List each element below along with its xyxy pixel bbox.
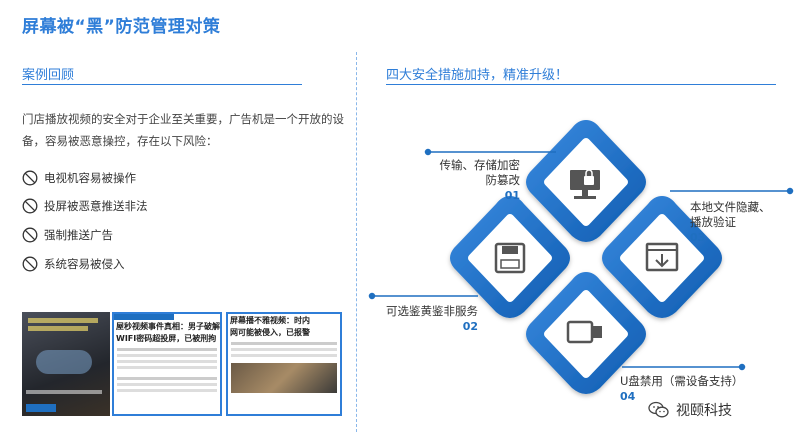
brand-logo: 视颐科技: [648, 400, 732, 420]
measure-number: 01: [504, 189, 520, 202]
measure-label-line: 播放验证: [690, 215, 736, 229]
intro-paragraph: 门店播放视频的安全对于企业至关重要，广告机是一个开放的设备，容易被恶意操控，存在…: [22, 112, 344, 148]
measure-label-line: 可选鉴黄鉴非服务: [386, 304, 478, 318]
risk-label: 电视机容易被操作: [44, 171, 136, 185]
risk-label: 系统容易被侵入: [44, 257, 125, 271]
brand-name: 视颐科技: [676, 403, 732, 419]
section-underline-left: [22, 84, 302, 85]
news-headline: 网可能被侵入，已报警: [230, 328, 310, 337]
page-title: 屏幕被“黑”防范管理对策: [22, 17, 221, 37]
section-title-measures: 四大安全措施加持，精准升级！: [386, 68, 569, 83]
news-screenshot-wifi: 屋秒视频事件真相：男子破解店内 WIFI密码超投屏，已被刑拘: [112, 312, 222, 416]
risk-item: 强制推送广告: [22, 227, 113, 243]
prohibited-icon: [22, 256, 38, 272]
risk-label: 强制推送广告: [44, 228, 113, 242]
risk-item: 电视机容易被操作: [22, 170, 136, 186]
risk-item: 系统容易被侵入: [22, 256, 125, 272]
prohibited-icon: [22, 227, 38, 243]
measure-number: 02: [462, 320, 478, 333]
measure-label: 本地文件隐藏、 播放验证 03: [690, 200, 790, 245]
column-divider: [356, 52, 357, 432]
measure-label-line: 本地文件隐藏、: [690, 200, 771, 214]
risk-label: 投屏被恶意推送非法: [44, 199, 148, 213]
news-headline-top: 屏幕播不雅视频：时内: [230, 316, 310, 325]
prohibited-icon: [22, 170, 38, 186]
measure-number: 03: [690, 231, 706, 244]
measure-label: 可选鉴黄鉴非服务 02: [372, 304, 478, 334]
measure-label: 传输、存储加密 防篡改 01: [430, 158, 521, 203]
prohibited-icon: [22, 198, 38, 214]
measure-label-line: U盘禁用（需设备支持）: [620, 374, 744, 388]
risk-item: 投屏被恶意推送非法: [22, 198, 148, 214]
news-photo-store: [22, 312, 110, 416]
section-title-case-review: 案例回顾: [22, 68, 75, 83]
wechat-icon: [648, 401, 669, 418]
news-screenshot-hack: 屏幕播不雅视频：时内 网可能被侵入，已报警: [226, 312, 342, 416]
measure-label-line: 传输、存储加密: [439, 158, 521, 172]
section-underline-right: [386, 84, 776, 85]
measure-label-line: 防篡改: [485, 173, 521, 187]
news-headline-top: 屋秒视频事件真相：男子破解店内: [116, 322, 220, 331]
news-headline: WIFI密码超投屏，已被刑拘: [116, 334, 217, 343]
